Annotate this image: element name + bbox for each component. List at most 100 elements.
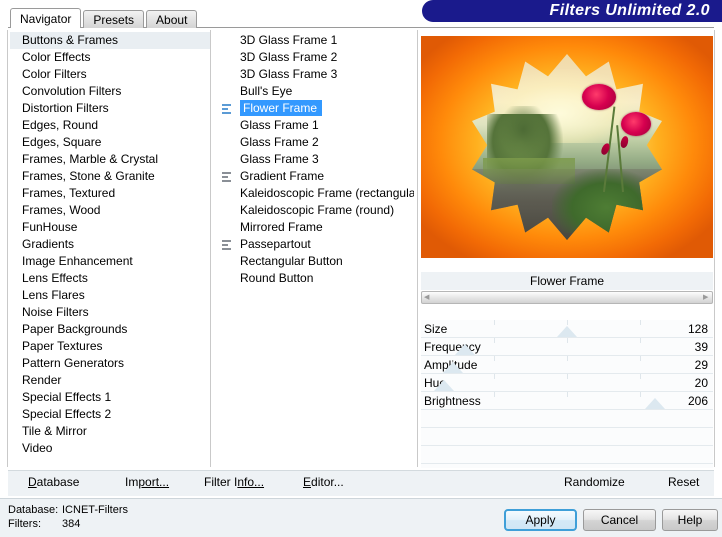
bars-icon — [222, 240, 231, 250]
slider-row-empty — [421, 446, 713, 464]
slider-thumb[interactable] — [644, 398, 665, 409]
flower-frame-preview-shape — [472, 54, 662, 240]
tab-strip: Navigator Presets About — [10, 8, 198, 28]
filter-item[interactable]: Glass Frame 3 — [214, 151, 414, 168]
category-item[interactable]: Image Enhancement — [10, 253, 210, 270]
status-filters-value: 384 — [62, 518, 81, 530]
filters-unlimited-window: Filters Unlimited 2.0 Navigator Presets … — [0, 0, 722, 537]
category-item[interactable]: Frames, Stone & Granite — [10, 168, 210, 185]
slider-thumb[interactable] — [454, 344, 475, 355]
category-item[interactable]: Color Effects — [10, 49, 210, 66]
category-item[interactable]: Buttons & Frames — [10, 32, 210, 49]
filter-item[interactable]: Passepartout — [214, 236, 414, 253]
cancel-button[interactable]: Cancel — [583, 509, 656, 531]
slider-value: 206 — [687, 394, 708, 408]
slider-row-size[interactable]: Size 128 — [421, 320, 713, 338]
tab-navigator[interactable]: Navigator — [10, 8, 82, 28]
slider-label: Brightness — [424, 394, 481, 408]
tick-mark — [640, 392, 641, 397]
filter-item-label: Flower Frame — [240, 100, 323, 116]
slider-thumb[interactable] — [434, 380, 455, 391]
category-item[interactable]: Tile & Mirror — [10, 423, 210, 440]
title-banner: Filters Unlimited 2.0 — [422, 0, 722, 22]
category-item[interactable]: Color Filters — [10, 66, 210, 83]
filter-list[interactable]: 3D Glass Frame 1 3D Glass Frame 2 3D Gla… — [214, 32, 414, 464]
tick-mark — [567, 338, 568, 343]
tick-mark — [494, 374, 495, 379]
tab-about[interactable]: About — [146, 10, 198, 28]
category-item[interactable]: Lens Flares — [10, 287, 210, 304]
tab-presets[interactable]: Presets — [83, 10, 145, 28]
preview-caption: Flower Frame — [421, 272, 713, 290]
preview-tree-crown — [498, 106, 548, 159]
category-list[interactable]: Buttons & Frames Color Effects Color Fil… — [10, 32, 210, 464]
status-database-value: ICNET-Filters — [62, 504, 128, 516]
filter-item[interactable]: Kaleidoscopic Frame (rectangular) — [214, 185, 414, 202]
filter-info-button[interactable]: Filter Info... — [204, 475, 264, 489]
apply-button[interactable]: Apply — [504, 509, 577, 531]
database-button[interactable]: Database — [28, 475, 79, 489]
category-item[interactable]: Frames, Wood — [10, 202, 210, 219]
category-item[interactable]: Render — [10, 372, 210, 389]
filter-item[interactable]: Rectangular Button — [214, 253, 414, 270]
category-item[interactable]: Video — [10, 440, 210, 457]
slider-row-hue[interactable]: Hue 20 — [421, 374, 713, 392]
filter-item-label: Glass Frame 1 — [240, 118, 319, 132]
filter-item-label: Bull's Eye — [240, 84, 293, 98]
filter-item[interactable]: Kaleidoscopic Frame (round) — [214, 202, 414, 219]
filter-item[interactable]: Mirrored Frame — [214, 219, 414, 236]
filter-item[interactable]: Gradient Frame — [214, 168, 414, 185]
category-item[interactable]: Edges, Round — [10, 117, 210, 134]
reset-button[interactable]: Reset — [668, 475, 699, 489]
import-button[interactable]: Import... — [125, 475, 169, 489]
status-database-label: Database: — [8, 504, 59, 516]
slider-row-brightness[interactable]: Brightness 206 — [421, 392, 713, 410]
preview-image[interactable] — [421, 36, 713, 258]
filter-item[interactable]: 3D Glass Frame 2 — [214, 49, 414, 66]
tick-mark — [567, 320, 568, 325]
tick-mark — [494, 356, 495, 361]
filter-item-label: 3D Glass Frame 2 — [240, 50, 338, 64]
slider-value: 128 — [687, 322, 708, 336]
category-item[interactable]: Special Effects 2 — [10, 406, 210, 423]
category-item[interactable]: Convolution Filters — [10, 83, 210, 100]
category-item[interactable]: FunHouse — [10, 219, 210, 236]
category-item[interactable]: Lens Effects — [10, 270, 210, 287]
category-item[interactable]: Frames, Marble & Crystal — [10, 151, 210, 168]
filter-item[interactable]: Bull's Eye — [214, 83, 414, 100]
filter-item[interactable]: Round Button — [214, 270, 414, 287]
preview-horizontal-scrollbar[interactable]: ◀ ▶ — [421, 291, 713, 304]
randomize-button[interactable]: Randomize — [564, 475, 625, 489]
filter-item[interactable]: 3D Glass Frame 1 — [214, 32, 414, 49]
divider-categories-filters — [210, 30, 211, 467]
category-item[interactable]: Gradients — [10, 236, 210, 253]
filter-item-label: Kaleidoscopic Frame (round) — [240, 203, 395, 217]
slider-thumb[interactable] — [557, 326, 577, 337]
filter-item-selected[interactable]: Flower Frame — [214, 100, 414, 117]
filter-item[interactable]: Glass Frame 2 — [214, 134, 414, 151]
slider-row-frequency[interactable]: Frequency 39 — [421, 338, 713, 356]
editor-button[interactable]: Editor... — [303, 475, 344, 489]
category-item[interactable]: Distortion Filters — [10, 100, 210, 117]
category-item[interactable]: Special Effects 1 — [10, 389, 210, 406]
category-item[interactable]: Pattern Generators — [10, 355, 210, 372]
category-item[interactable]: Paper Backgrounds — [10, 321, 210, 338]
filter-item[interactable]: 3D Glass Frame 3 — [214, 66, 414, 83]
slider-value: 29 — [694, 358, 708, 372]
tick-mark — [567, 356, 568, 361]
tick-mark — [567, 392, 568, 397]
tick-mark — [567, 374, 568, 379]
slider-thumb[interactable] — [443, 362, 464, 373]
filter-item[interactable]: Glass Frame 1 — [214, 117, 414, 134]
category-item[interactable]: Frames, Textured — [10, 185, 210, 202]
right-arrow-icon[interactable]: ▶ — [703, 294, 710, 301]
category-item[interactable]: Noise Filters — [10, 304, 210, 321]
slider-row-amplitude[interactable]: Amplitude 29 — [421, 356, 713, 374]
category-item[interactable]: Paper Textures — [10, 338, 210, 355]
help-button[interactable]: Help — [662, 509, 718, 531]
category-item[interactable]: Edges, Square — [10, 134, 210, 151]
left-arrow-icon[interactable]: ◀ — [424, 294, 431, 301]
status-bar: Database: ICNET-Filters Filters: 384 App… — [0, 498, 722, 537]
preview-flower — [620, 111, 651, 136]
slider-value: 39 — [694, 340, 708, 354]
